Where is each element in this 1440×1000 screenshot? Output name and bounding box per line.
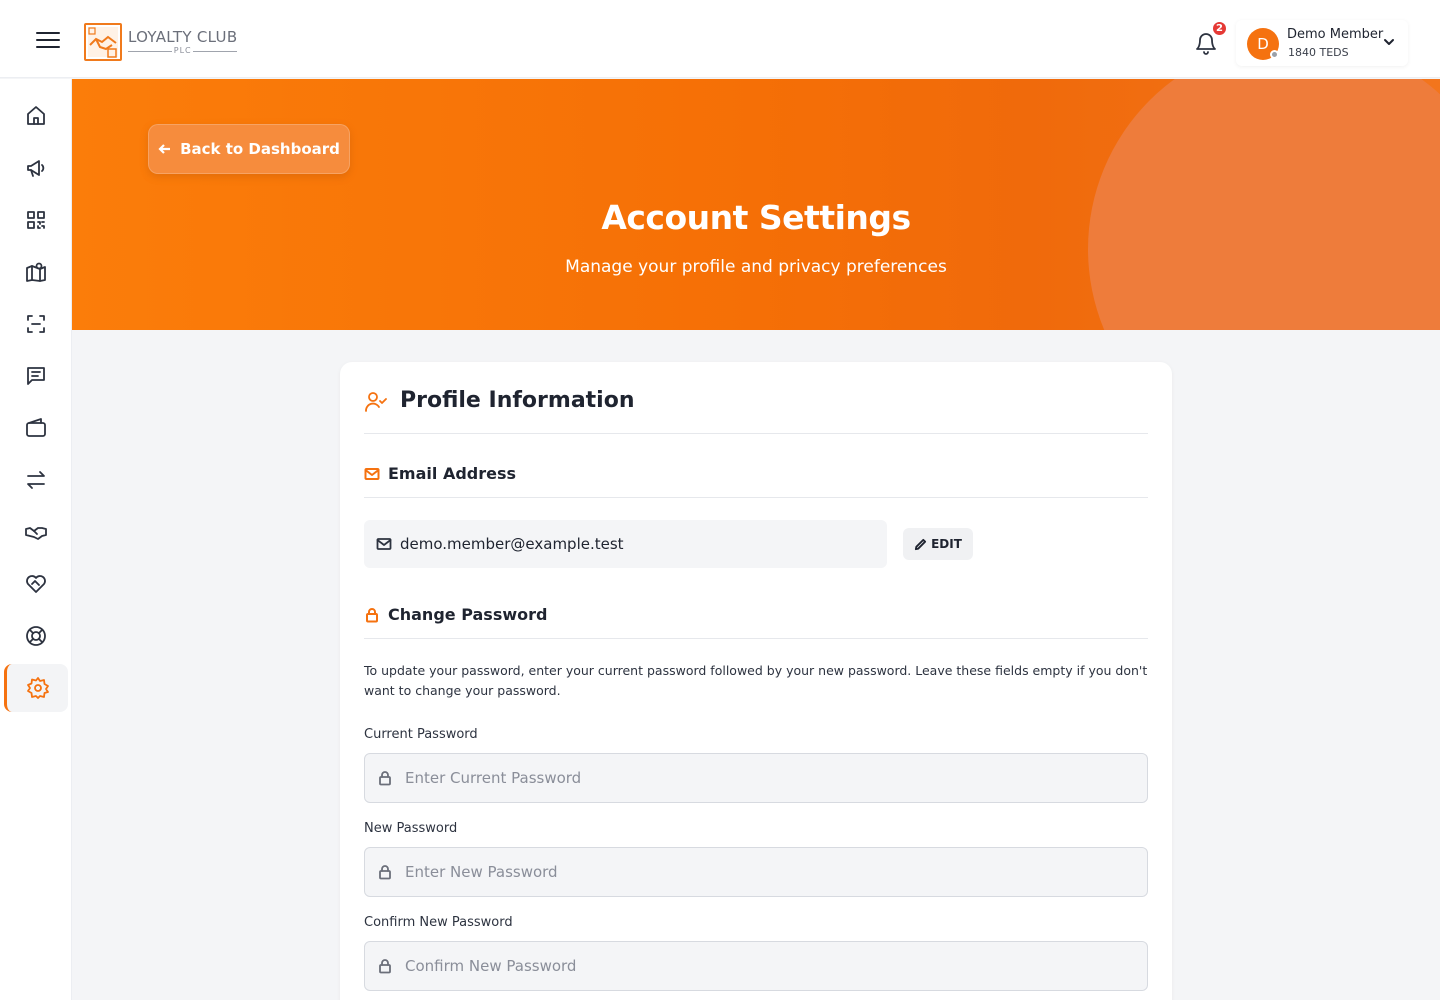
back-button-label: Back to Dashboard [180,140,340,158]
lock-icon [379,771,391,786]
lock-icon [366,608,378,623]
current-password-label: Current Password [364,727,478,742]
mail-icon [364,468,380,480]
user-menu[interactable]: D Demo Member 1840 TEDS [1236,20,1408,66]
back-to-dashboard-button[interactable]: Back to Dashboard [148,124,350,174]
user-name: Demo Member [1287,27,1384,42]
home-icon [27,106,45,125]
qr-code-icon [27,211,45,229]
current-password-field[interactable] [364,753,1148,803]
sidebar-item-wallet[interactable] [4,404,68,452]
new-password-field[interactable] [364,847,1148,897]
hero-banner: Back to Dashboard Account Settings Manag… [72,79,1440,330]
email-display: demo.member@example.test [364,520,887,568]
user-points: 1840 TEDS [1288,46,1349,59]
password-section-title: Change Password [388,605,548,624]
sidebar-item-support[interactable] [4,612,68,660]
transfer-icon [27,471,45,489]
chevron-down-icon [1384,39,1394,45]
confirm-password-label: Confirm New Password [364,915,513,930]
megaphone-icon [27,160,45,177]
lock-icon [379,865,391,880]
logo[interactable]: LOYALTY CLUB PLC [84,23,238,61]
sidebar-item-transfer[interactable] [4,456,68,504]
status-dot [1270,50,1279,59]
handshake-logo-icon [84,23,122,61]
scan-icon [27,315,45,333]
sidebar-item-messages[interactable] [4,352,68,400]
sidebar [0,79,72,1000]
menu-icon[interactable] [36,32,60,50]
map-icon [26,262,46,282]
wallet-icon [26,418,46,437]
sidebar-item-home[interactable] [4,92,68,140]
user-check-icon [365,392,387,412]
lifebuoy-icon [26,626,46,646]
confirm-password-input[interactable] [405,957,1105,975]
sidebar-item-map[interactable] [4,248,68,296]
current-password-input[interactable] [405,769,1105,787]
logo-name: LOYALTY CLUB [128,28,238,46]
settings-icon [26,677,49,699]
heart-handshake-icon [26,575,46,593]
profile-card-title: Profile Information [400,388,635,413]
sidebar-item-campaigns[interactable] [4,144,68,192]
message-icon [27,367,45,385]
notification-badge: 2 [1211,20,1228,37]
email-value: demo.member@example.test [400,535,624,553]
page-title: Account Settings [601,198,911,237]
sidebar-item-qr[interactable] [4,196,68,244]
sidebar-item-favorites[interactable] [4,560,68,608]
email-section-header: Email Address [364,464,1148,498]
new-password-label: New Password [364,821,458,836]
mail-icon [376,538,392,550]
page-subtitle: Manage your profile and privacy preferen… [565,257,947,277]
sidebar-item-partners[interactable] [4,508,68,556]
confirm-password-field[interactable] [364,941,1148,991]
sidebar-item-scan[interactable] [4,300,68,348]
lock-icon [379,959,391,974]
profile-card-header: Profile Information [364,386,1148,434]
password-section-header: Change Password [364,605,1148,639]
profile-card: Profile Information Email Address demo.m… [340,362,1172,1000]
email-section-title: Email Address [388,464,517,483]
sidebar-item-settings[interactable] [4,664,68,712]
password-help-text: To update your password, enter your curr… [364,663,1148,698]
new-password-input[interactable] [405,863,1105,881]
logo-subtitle: PLC [128,46,238,56]
edit-email-button[interactable]: EDIT [903,528,973,560]
arrow-left-icon [158,144,171,154]
edit-button-label: EDIT [931,537,962,551]
top-bar: LOYALTY CLUB PLC 2 D Demo Member 1840 TE… [0,0,1440,78]
pencil-icon [915,538,927,550]
handshake-icon [25,527,47,540]
